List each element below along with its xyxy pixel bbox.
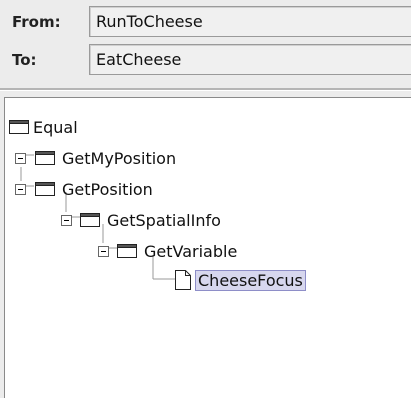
to-field[interactable]: EatCheese [89,44,411,75]
from-row: From: RunToCheese [0,2,411,42]
tree-node-label: GetMyPosition [62,149,177,168]
folder-icon [35,180,55,200]
collapse-toggle-icon[interactable] [15,150,27,169]
from-field[interactable]: RunToCheese [89,6,411,37]
tree-node-getvariable[interactable]: GetVariable [98,239,318,265]
tree-node-getposition[interactable]: GetPosition [15,177,215,203]
tree-node-label: GetSpatialInfo [107,211,221,230]
collapse-toggle-icon[interactable] [61,212,73,231]
tree-node-cheesefocus[interactable]: CheeseFocus [175,268,365,294]
folder-icon [35,149,55,169]
to-row: To: EatCheese [0,40,411,80]
folder-icon [117,242,137,262]
collapse-toggle-icon[interactable] [15,181,27,200]
tree-panel[interactable]: Equal GetMyPosition GetPosition GetSpati… [4,97,411,398]
from-label: From: [12,13,61,31]
folder-icon [9,118,29,138]
tree-node-equal[interactable]: Equal [9,115,149,141]
divider [0,88,411,91]
tree-node-label: GetPosition [62,180,153,199]
to-label: To: [12,51,37,69]
folder-icon [80,211,100,231]
tree-node-getmyposition[interactable]: GetMyPosition [15,146,215,172]
tree-node-getspatialinfo[interactable]: GetSpatialInfo [61,208,281,234]
document-icon [175,270,191,294]
collapse-toggle-icon[interactable] [98,243,110,262]
tree-node-label: GetVariable [144,242,238,261]
tree-node-label: CheeseFocus [195,270,306,291]
tree-node-label: Equal [33,118,78,137]
